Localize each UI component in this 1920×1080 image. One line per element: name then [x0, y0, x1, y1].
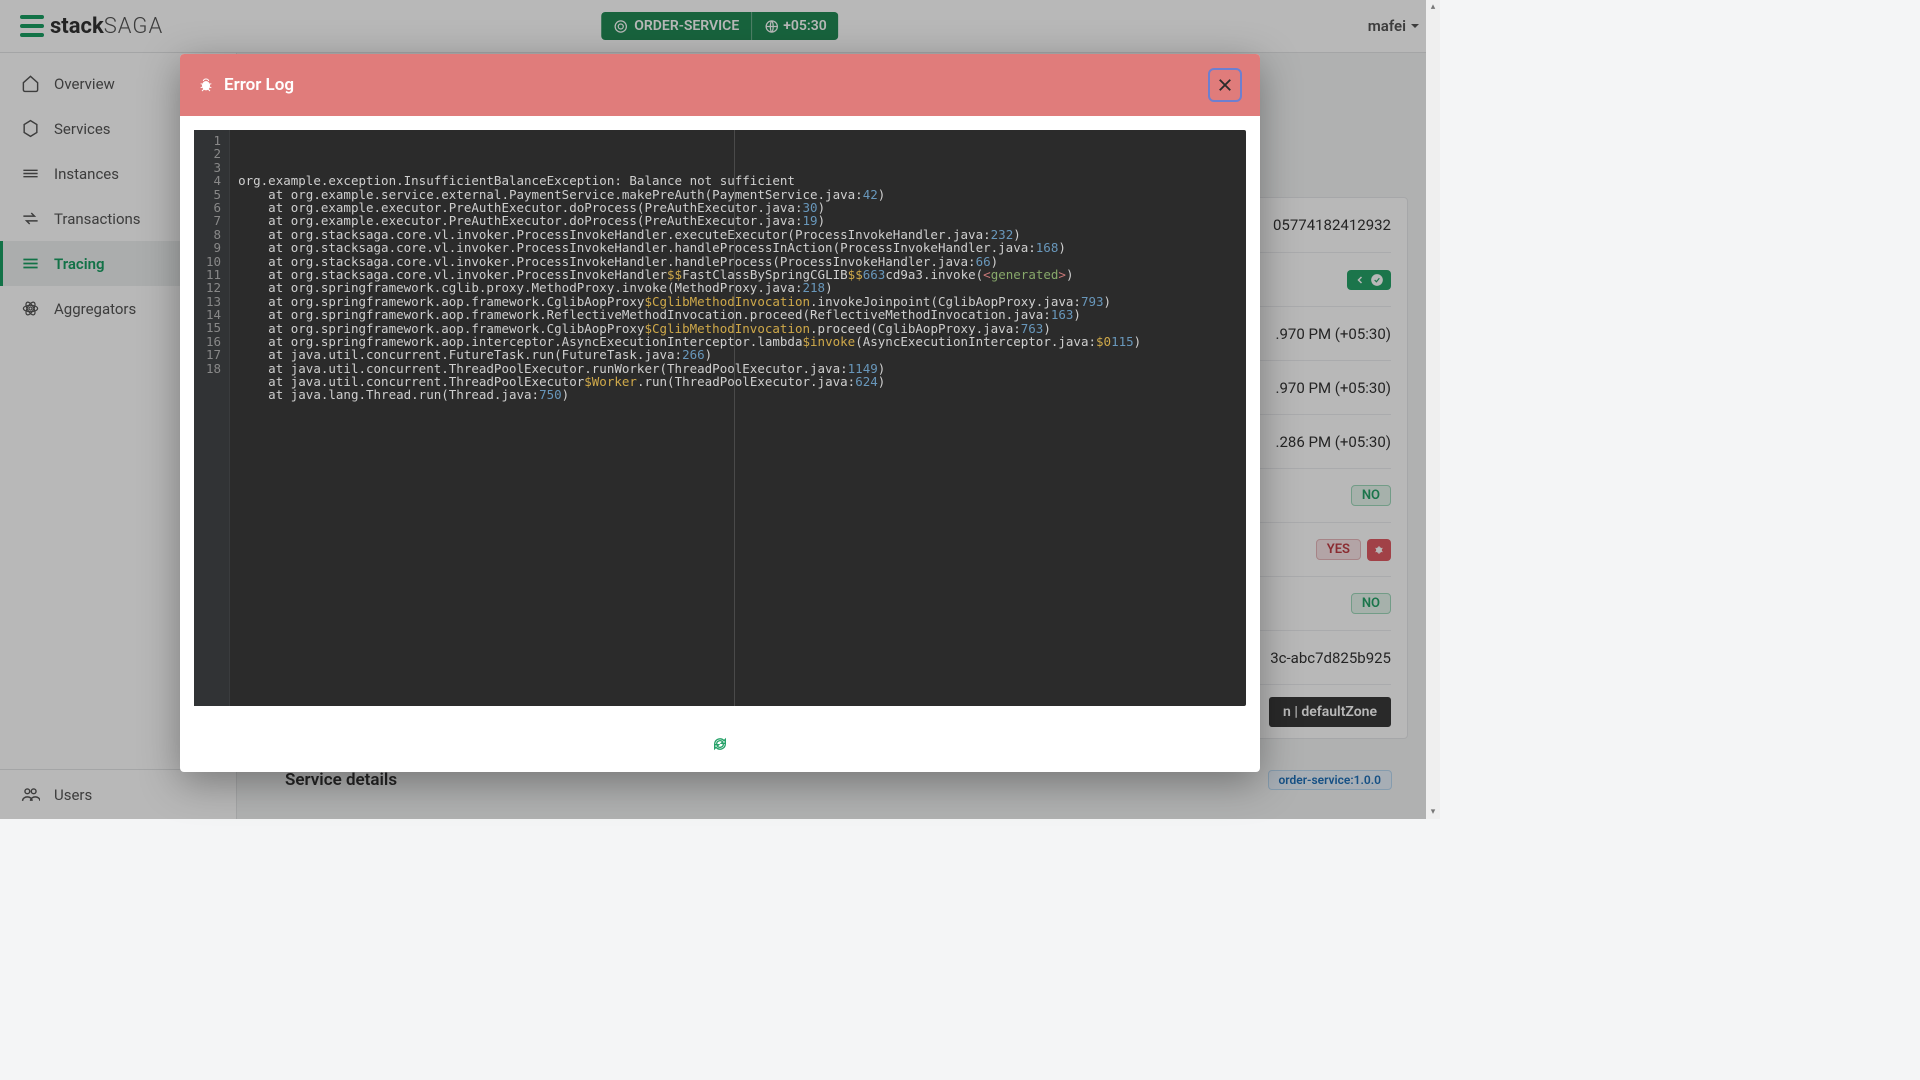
modal-title: Error Log [224, 75, 294, 95]
bug-icon [198, 77, 214, 93]
scroll-up-icon[interactable]: ▴ [1426, 0, 1440, 14]
close-button[interactable] [1208, 68, 1242, 102]
scrollbar[interactable]: ▴ ▾ [1426, 0, 1440, 819]
close-icon [1216, 76, 1234, 94]
error-log-modal: Error Log 123456789101112131415161718 or… [180, 54, 1260, 772]
stack-trace[interactable]: 123456789101112131415161718 org.example.… [194, 130, 1246, 706]
scroll-down-icon[interactable]: ▾ [1426, 805, 1440, 819]
editor-ruler [734, 130, 735, 706]
code-area[interactable]: org.example.exception.InsufficientBalanc… [230, 130, 1246, 706]
refresh-icon[interactable] [712, 736, 728, 752]
line-gutter: 123456789101112131415161718 [194, 130, 230, 706]
